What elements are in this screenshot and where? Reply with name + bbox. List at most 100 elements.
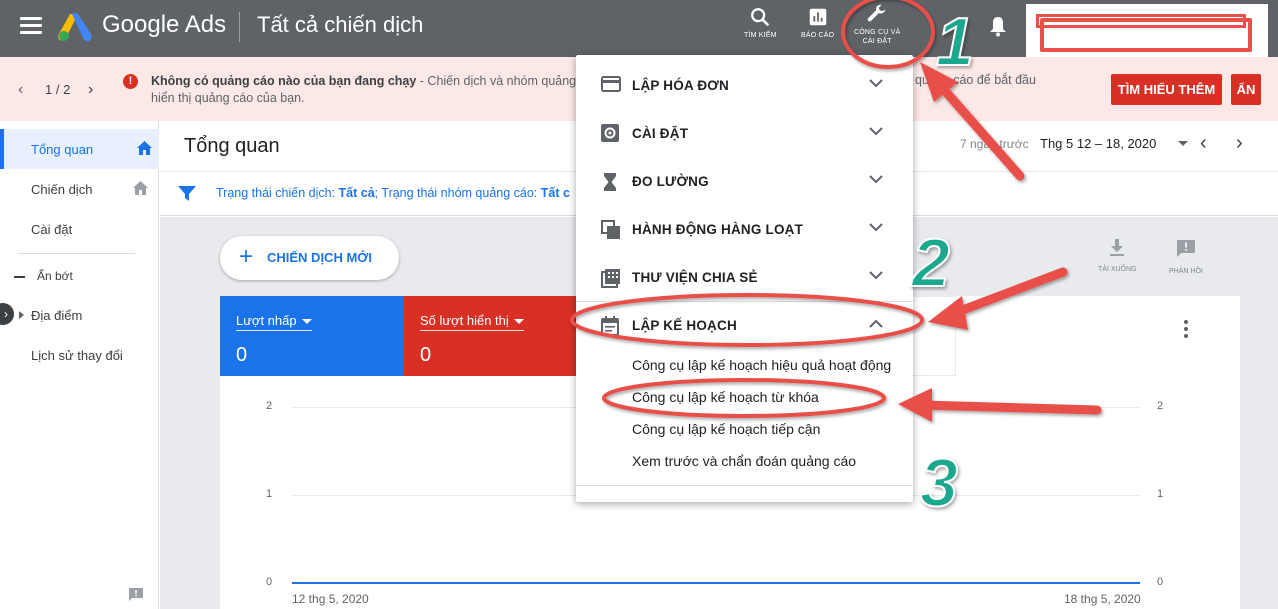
menu-section-label: CÀI ĐẶT: [632, 126, 689, 141]
menu-section-bulk-actions[interactable]: HÀNH ĐỘNG HÀNG LOẠT: [576, 206, 913, 254]
sidebar-item-campaigns[interactable]: Chiến dịch: [0, 169, 159, 209]
banner-message-bold: Không có quảng cáo nào của bạn đang chạy: [151, 74, 417, 88]
banner-pager: 1 / 2: [45, 82, 71, 97]
banner-message-rest: - Chiến dịch và nhóm quảng c: [416, 74, 586, 88]
sidebar: Tổng quan Chiến dịch Cài đặt Ẩn bớt › Đị…: [0, 121, 159, 609]
search-tool-button[interactable]: TÌM KIẾM: [744, 6, 777, 40]
menu-item-ad-preview-diagnosis[interactable]: Xem trước và chẩn đoán quảng cáo: [632, 453, 856, 469]
menu-section-measurement[interactable]: ĐO LƯỜNG: [576, 158, 913, 206]
search-icon: [751, 8, 770, 27]
sidebar-item-label: Cài đặt: [31, 222, 73, 237]
banner-message: Không có quảng cáo nào của bạn đang chạy…: [151, 73, 591, 107]
sidebar-item-overview[interactable]: Tổng quan: [0, 129, 159, 169]
menu-section-settings[interactable]: CÀI ĐẶT: [576, 110, 913, 158]
metric-impressions[interactable]: Số lượt hiển thị 0: [404, 296, 588, 376]
reports-tool-label: BÁO CÁO: [801, 32, 835, 39]
chart-y-tick-right: 2: [1157, 400, 1164, 412]
chart-y-tick-right: 1: [1157, 488, 1164, 500]
chevron-down-icon: [869, 175, 883, 184]
chart-y-tick-left: 2: [266, 400, 273, 412]
menu-section-label: LẬP HÓA ĐƠN: [632, 78, 729, 93]
menu-icon[interactable]: [20, 17, 42, 35]
menu-section-planning[interactable]: LẬP KẾ HOẠCH: [576, 302, 913, 350]
menu-section-shared-library[interactable]: THƯ VIỆN CHIA SẺ: [576, 254, 913, 302]
home-icon: [137, 141, 152, 155]
sidebar-divider: [18, 253, 135, 254]
sidebar-item-label: Lịch sử thay đổi: [31, 348, 123, 363]
chart-x-tick: 18 thg 5, 2020: [1064, 592, 1141, 606]
library-icon: [601, 269, 620, 288]
sidebar-item-label: Chiến dịch: [31, 182, 93, 197]
metric-label[interactable]: Lượt nhấp: [236, 313, 312, 331]
sidebar-item-change-history[interactable]: Lịch sử thay đổi: [0, 335, 159, 375]
banner-next-button[interactable]: ›: [88, 81, 93, 99]
dropdown-caret-icon: [513, 319, 524, 325]
menu-item-reach-planner[interactable]: Công cụ lập kế hoạch tiếp cận: [632, 421, 820, 437]
chevron-down-icon: [869, 271, 883, 280]
hide-banner-button[interactable]: ẨN: [1231, 74, 1261, 105]
settings-icon: [601, 124, 619, 142]
error-icon: !: [123, 74, 138, 89]
divider: [239, 12, 240, 42]
menu-section-label: HÀNH ĐỘNG HÀNG LOẠT: [632, 222, 804, 237]
new-campaign-label: CHIẾN DỊCH MỚI: [267, 250, 372, 265]
menu-item-keyword-planner[interactable]: Công cụ lập kế hoạch từ khóa: [632, 389, 819, 405]
more-options-icon[interactable]: [1184, 320, 1188, 341]
tools-settings-button[interactable]: CÔNG CỤ VÀ CÀI ĐẶT: [854, 3, 900, 46]
overview-title: Tổng quan: [184, 135, 280, 157]
tools-settings-label-1: CÔNG CỤ VÀ: [854, 29, 901, 36]
calendar-icon: [601, 316, 619, 336]
home-icon: [133, 181, 148, 195]
date-range-dropdown-icon[interactable]: [1178, 141, 1188, 146]
sidebar-item-label: Địa điểm: [31, 308, 83, 323]
filter-icon[interactable]: [178, 186, 196, 202]
metric-clicks[interactable]: Lượt nhấp 0: [220, 296, 404, 376]
reports-tool-button[interactable]: BÁO CÁO: [801, 6, 834, 40]
wrench-icon: [867, 4, 886, 22]
reports-icon: [809, 8, 826, 26]
chevron-down-icon: [869, 223, 883, 232]
learn-more-button[interactable]: TÌM HIỂU THÊM: [1111, 74, 1222, 105]
feedback-icon: [1176, 240, 1195, 257]
hourglass-icon: [604, 173, 616, 191]
sidebar-item-settings[interactable]: Cài đặt: [0, 209, 159, 249]
sidebar-item-locations[interactable]: Địa điểm: [0, 295, 159, 335]
metric-label-text: Số lượt hiển thị: [420, 313, 509, 328]
notifications-bell-icon[interactable]: [988, 15, 1008, 37]
filter-summary[interactable]: Trạng thái chiến dịch: Tất cả; Trạng thá…: [216, 186, 570, 200]
new-campaign-button[interactable]: + CHIẾN DỊCH MỚI: [220, 236, 399, 280]
chart-y-tick-right: 0: [1157, 576, 1164, 588]
download-label: TẢI XUỐNG: [1098, 266, 1137, 273]
download-button[interactable]: TẢI XUỐNG: [1098, 239, 1137, 273]
tools-settings-label-2: CÀI ĐẶT: [862, 38, 892, 45]
feedback-icon[interactable]: [128, 587, 144, 603]
chart-x-tick: 12 thg 5, 2020: [292, 592, 369, 606]
banner-prev-button[interactable]: ‹: [18, 81, 23, 99]
chart-y-tick-left: 1: [266, 488, 273, 500]
feedback-button[interactable]: PHẢN HỒI: [1169, 239, 1203, 275]
date-range-value[interactable]: Thg 5 12 – 18, 2020: [1040, 136, 1156, 151]
dropdown-caret-icon: [301, 319, 312, 325]
page-title: Tất cả chiến dịch: [257, 12, 424, 37]
chevron-up-icon: [869, 319, 883, 328]
copy-icon: [601, 220, 620, 239]
metric-value: 0: [236, 344, 248, 366]
date-range-label: 7 ngày trước: [960, 137, 1029, 151]
plus-icon: +: [239, 243, 254, 270]
banner-message-tail: quảng cáo để bắt đầu: [915, 73, 1036, 87]
metric-label[interactable]: Số lượt hiển thị: [420, 313, 524, 331]
filter-value: Tất c: [540, 186, 570, 200]
menu-section-label: ĐO LƯỜNG: [632, 174, 709, 189]
menu-section-billing[interactable]: LẬP HÓA ĐƠN: [576, 62, 913, 110]
redaction-box: [1040, 18, 1252, 52]
previous-period-button[interactable]: ‹: [1200, 132, 1207, 155]
menu-item-performance-planner[interactable]: Công cụ lập kế hoạch hiệu quả hoạt động: [632, 357, 891, 373]
next-period-button[interactable]: ›: [1236, 132, 1243, 155]
sidebar-item-label: Tổng quan: [31, 142, 94, 157]
chevron-down-icon: [869, 79, 883, 88]
sidebar-collapse-toggle[interactable]: Ẩn bớt: [14, 269, 73, 283]
menu-divider: [576, 485, 913, 486]
credit-card-icon: [601, 76, 621, 92]
filter-prefix: Trạng thái chiến dịch:: [216, 186, 339, 200]
chart-series-line: [292, 582, 1140, 584]
